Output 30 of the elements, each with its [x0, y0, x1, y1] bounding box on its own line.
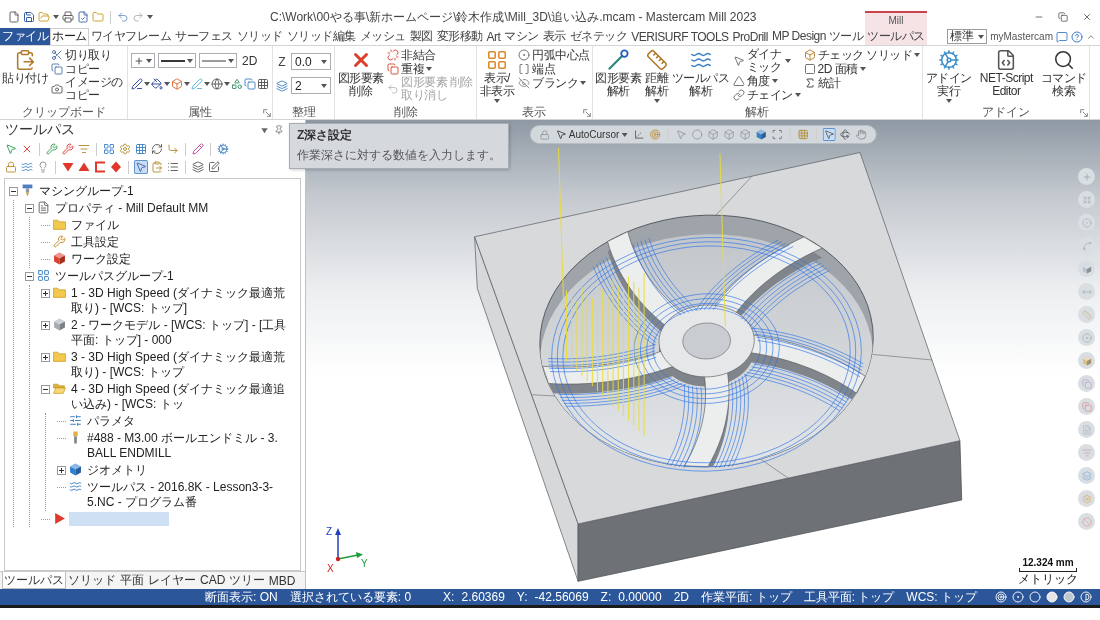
axis-label: Y — [361, 558, 368, 569]
group-label: 属性 — [188, 104, 212, 121]
z-label: Z — [277, 54, 287, 69]
group-label: 整理 — [291, 104, 316, 121]
group-label: 削除 — [393, 104, 418, 121]
axis-label: Z — [326, 526, 333, 537]
tooltip-title: Z深さ設定 — [297, 127, 354, 144]
status-text: 断面表示: ON — [205, 588, 278, 606]
status-text: WCS: トップ — [906, 588, 977, 606]
scale-value: 12.324 mm — [1022, 557, 1074, 568]
coord-value: 0.00000 — [618, 590, 662, 604]
coord-label: X: — [443, 590, 455, 604]
group-label: 解析 — [745, 104, 770, 121]
panel-title: ツールパス — [5, 121, 75, 139]
status-text: 選択されている要素: 0 — [289, 588, 412, 606]
coord-value: 2.60369 — [461, 590, 505, 604]
group-label: クリップボード — [21, 104, 106, 121]
group-label: アドイン — [982, 104, 1031, 121]
coord-value: -42.56069 — [534, 590, 589, 604]
status-text: 工具平面: トップ — [803, 588, 895, 606]
axis-label: X — [327, 563, 334, 573]
coord-label: Z: — [600, 590, 612, 604]
coord-label: Y: — [516, 590, 528, 604]
status-text: 2D — [673, 590, 689, 604]
window-title: C:\Work\00やる事\新ホームページ\鈴木作成\Mill_3D\追い込み.mcam - Mastercam Mill 2023 — [270, 8, 757, 26]
group-label: 表示 — [522, 104, 547, 121]
status-text: 作業平面: トップ — [701, 588, 792, 606]
scale-units: メトリック — [1018, 572, 1078, 586]
tooltip-text: 作業深さに対する数値を入力します。 — [297, 147, 501, 164]
context-tab-header: Mill — [865, 11, 927, 28]
